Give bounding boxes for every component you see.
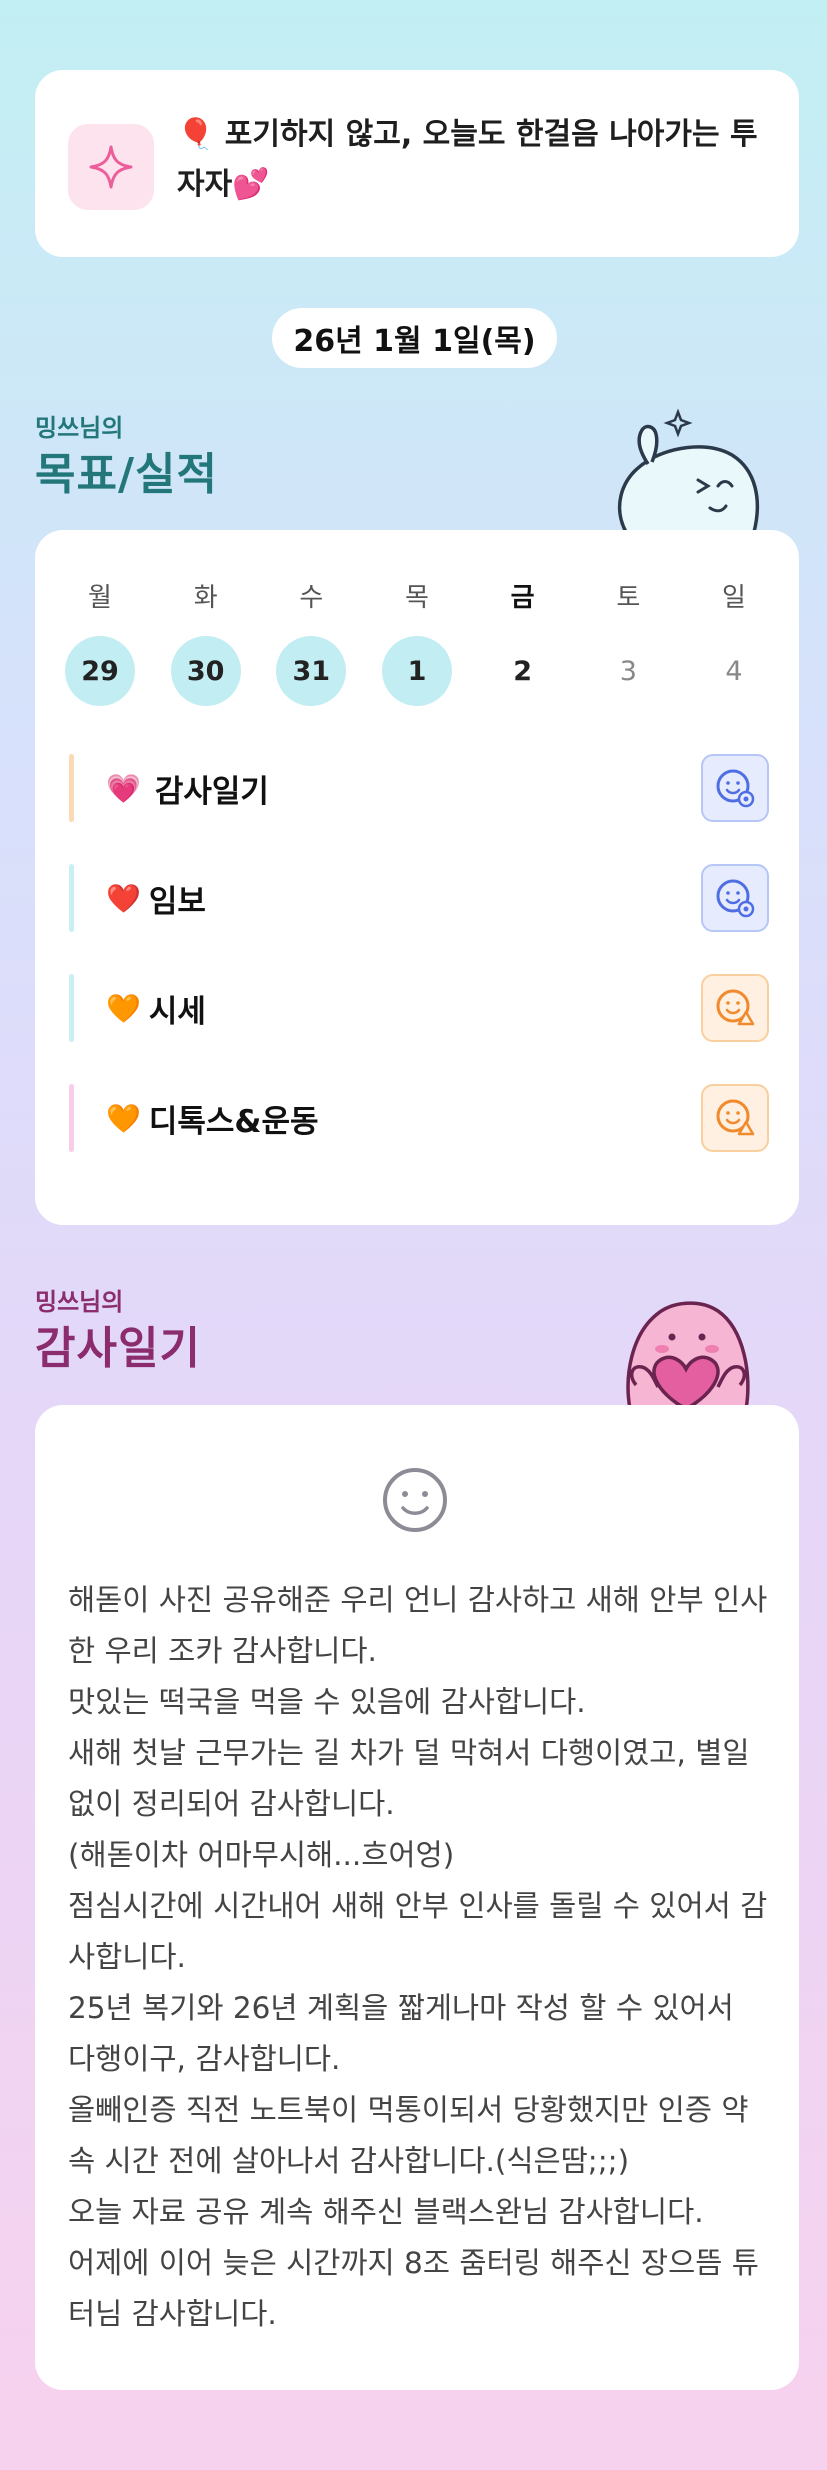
goal-accent-bar [69,1084,74,1152]
day-name: 목 [405,583,429,613]
goal-accent-bar [69,974,74,1042]
goals-title: 목표/실적 [35,449,218,500]
day-number: 1 [381,636,452,706]
heart-icon: 🧡 [106,1101,141,1135]
day-tue[interactable]: 화 30 [170,578,241,706]
goal-row-detox[interactable]: 🧡 디톡스&운동 [69,1084,769,1152]
motto-card: 🎈 포기하지 않고, 오늘도 한걸음 나아가는 투자자💕 [35,70,799,257]
date-pill: 26년 1월 1일(목) [272,308,557,368]
goal-row-price[interactable]: 🧡 시세 [69,974,769,1042]
heart-icon: ❤️ [106,881,141,915]
smile-check-icon[interactable] [701,864,769,932]
day-name: 수 [299,583,324,613]
goal-accent-bar [69,754,74,822]
day-number: 31 [276,636,347,706]
gratitude-title: 감사일기 [35,1323,201,1374]
day-name: 금 [510,583,535,613]
motto-text: 🎈 포기하지 않고, 오늘도 한걸음 나아가는 투자자💕 [177,117,758,202]
day-fri[interactable]: 금 2 [488,578,558,706]
day-name: 일 [721,583,746,613]
day-name: 월 [88,583,112,613]
goal-label: 감사일기 [154,773,269,810]
goal-label: 디톡스&운동 [148,1103,319,1140]
heart-icon: 💗 [106,771,141,805]
heart-icon: 🧡 [106,991,141,1025]
gratitude-card: 해돋이 사진 공유해준 우리 언니 감사하고 새해 안부 인사한 우리 조카 감… [35,1405,799,2390]
sparkle-icon [68,124,154,210]
week-calendar: 월 29 화 30 수 31 목 1 금 2 토 3 일 4 [65,578,769,706]
goal-row-imbo[interactable]: ❤️ 임보 [69,864,769,932]
day-number: 29 [65,636,135,706]
goals-card: 월 29 화 30 수 31 목 1 금 2 토 3 일 4 💗 감사일기 ❤️… [35,530,799,1225]
day-thu[interactable]: 목 1 [381,578,452,706]
day-name: 화 [193,583,218,613]
day-number: 3 [619,655,637,687]
day-number: 30 [170,636,241,706]
smile-face-icon [383,1468,447,1532]
day-number: 2 [513,655,533,687]
ghost-mascot-icon [617,408,760,534]
goal-label: 시세 [148,993,206,1030]
day-wed[interactable]: 수 31 [276,578,347,706]
smile-warning-icon[interactable] [701,974,769,1042]
smile-check-icon[interactable] [701,754,769,822]
day-number: 4 [725,655,743,687]
goal-accent-bar [69,864,74,932]
day-sun[interactable]: 일 4 [699,578,769,706]
smile-warning-icon[interactable] [701,1084,769,1152]
goal-label: 임보 [148,883,206,920]
gratitude-text: 해돋이 사진 공유해준 우리 언니 감사하고 새해 안부 인사한 우리 조카 감… [68,1583,768,2331]
day-mon[interactable]: 월 29 [65,578,135,706]
heart-mascot-icon [626,1301,750,1410]
day-name: 토 [616,583,641,613]
day-sat[interactable]: 토 3 [593,578,663,706]
goal-row-gratitude[interactable]: 💗 감사일기 [69,754,769,822]
